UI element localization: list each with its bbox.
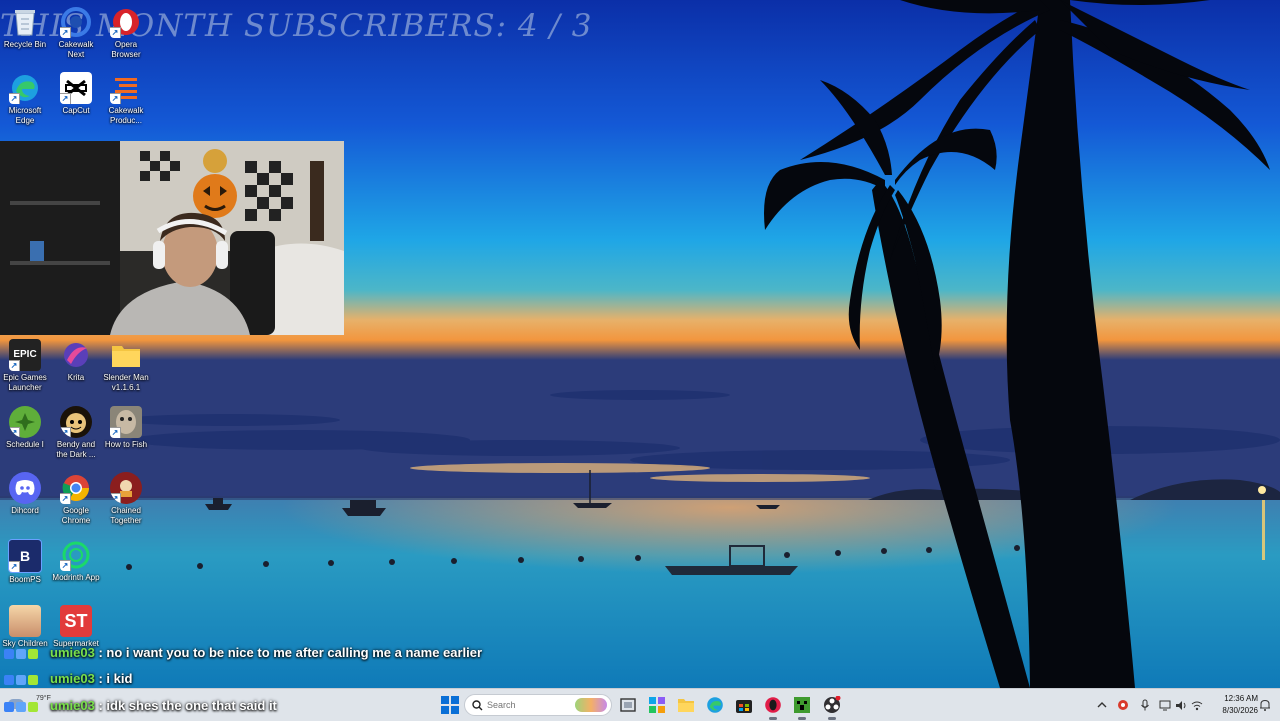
chat-separator: : xyxy=(98,698,103,713)
chat-text: no i want you to be nice to me after cal… xyxy=(106,645,483,660)
chained-together-icon: ↗ xyxy=(110,472,142,504)
desktop-icon-chrome[interactable]: ↗ Google Chrome xyxy=(51,472,101,526)
chrome-icon: ↗ xyxy=(60,472,92,504)
desktop-icon-opera[interactable]: ↗ Opera Browser xyxy=(101,6,151,60)
search-icon xyxy=(472,700,483,711)
steelseries-icon[interactable] xyxy=(1116,698,1130,712)
store-icon xyxy=(736,700,752,713)
minecraft-button[interactable] xyxy=(790,693,814,720)
copilot-button[interactable] xyxy=(645,693,669,717)
cakewalk-producer-icon: ↗ xyxy=(110,72,142,104)
chat-badges xyxy=(4,696,50,716)
start-button[interactable] xyxy=(438,693,462,717)
taskbar-search[interactable] xyxy=(464,694,612,716)
discord-icon xyxy=(9,472,41,504)
file-explorer-icon xyxy=(678,699,694,712)
chat-separator: : xyxy=(98,645,103,660)
desktop-wallpaper xyxy=(0,0,1280,688)
obs-button[interactable] xyxy=(820,693,844,720)
search-input[interactable] xyxy=(487,698,567,712)
opera-gx-button[interactable] xyxy=(761,693,785,720)
desktop-icon-recycle-bin[interactable]: Recycle Bin xyxy=(0,6,50,50)
network-icon[interactable] xyxy=(1190,698,1204,712)
folder-icon xyxy=(110,339,142,371)
modrinth-icon: ↗ xyxy=(60,539,92,571)
webcam-overlay xyxy=(0,141,344,335)
chat-message: umie03 : i kid xyxy=(4,669,132,689)
edge-taskbar-button[interactable] xyxy=(703,693,727,717)
schedule-i-icon: ↗ xyxy=(9,406,41,438)
how-to-fish-icon: ↗ xyxy=(110,406,142,438)
krita-icon xyxy=(60,339,92,371)
chat-badges xyxy=(4,669,50,689)
minecraft-icon xyxy=(794,697,810,713)
desktop-icon-epic-games[interactable]: EPIC ↗ Epic Games Launcher xyxy=(0,339,50,393)
chat-badges xyxy=(4,643,50,663)
desktop-icon-capcut[interactable]: ↗ CapCut xyxy=(51,72,101,116)
recycle-bin-icon xyxy=(9,6,41,38)
system-clock[interactable]: 12:36 AM 8/30/2026 xyxy=(1208,693,1258,717)
epic-games-icon: EPIC ↗ xyxy=(9,339,41,371)
copilot-icon xyxy=(649,697,665,713)
chat-username[interactable]: umie03 xyxy=(50,645,95,660)
desktop-icon-discord[interactable]: Dihcord xyxy=(0,472,50,516)
opera-icon: ↗ xyxy=(110,6,142,38)
chat-separator: : xyxy=(98,671,103,686)
chat-message: umie03 : no i want you to be nice to me … xyxy=(4,643,482,663)
boomps-icon: B ↗ xyxy=(8,539,42,573)
chat-text: i kid xyxy=(106,671,133,686)
desktop-icon-how-to-fish[interactable]: ↗ How to Fish xyxy=(101,406,151,450)
sky-icon xyxy=(9,605,41,637)
edge-icon: ↗ xyxy=(9,72,41,104)
microphone-icon[interactable] xyxy=(1138,698,1152,712)
monitor-share-icon[interactable] xyxy=(1158,698,1172,712)
speaker-icon[interactable] xyxy=(1174,698,1188,712)
task-view-button[interactable] xyxy=(616,693,640,717)
desktop-icon-schedule-i[interactable]: ↗ Schedule I xyxy=(0,406,50,450)
desktop-icon-bendy[interactable]: ↗ Bendy and the Dark ... xyxy=(51,406,101,460)
desktop-icon-cakewalk-producer[interactable]: ↗ Cakewalk Produc... xyxy=(101,72,151,126)
task-view-icon xyxy=(620,698,636,712)
desktop-icon-boomps[interactable]: B ↗ BoomPS xyxy=(0,539,50,585)
capcut-icon: ↗ xyxy=(60,72,92,104)
obs-icon xyxy=(824,696,841,713)
chat-text: idk shes the one that said it xyxy=(106,698,277,713)
cakewalk-next-icon: ↗ xyxy=(60,6,92,38)
bendy-icon: ↗ xyxy=(60,406,92,438)
edge-icon xyxy=(707,697,723,713)
desktop-icon-chained-together[interactable]: ↗ Chained Together xyxy=(101,472,151,526)
desktop-icon-edge[interactable]: ↗ Microsoft Edge xyxy=(0,72,50,126)
search-highlight-icon xyxy=(575,698,607,712)
desktop-icon-modrinth[interactable]: ↗ Modrinth App xyxy=(51,539,101,583)
chat-username[interactable]: umie03 xyxy=(50,698,95,713)
notification-bell-icon[interactable] xyxy=(1258,698,1272,712)
clock-date: 8/30/2026 xyxy=(1222,706,1258,715)
desktop-icon-slender-man-folder[interactable]: Slender Man v1.1.6.1 xyxy=(101,339,151,393)
opera-gx-icon xyxy=(765,697,781,713)
chevron-up-icon[interactable] xyxy=(1095,698,1109,712)
supermarket-icon: ST xyxy=(60,605,92,637)
clock-time: 12:36 AM xyxy=(1224,694,1258,703)
desktop-icon-cakewalk-next[interactable]: ↗ Cakewalk Next xyxy=(51,6,101,60)
chat-username[interactable]: umie03 xyxy=(50,671,95,686)
start-icon xyxy=(441,696,459,714)
desktop-icon-krita[interactable]: Krita xyxy=(51,339,101,383)
chat-message: umie03 : idk shes the one that said it xyxy=(4,696,277,716)
store-button[interactable] xyxy=(732,693,756,717)
file-explorer-button[interactable] xyxy=(674,693,698,717)
